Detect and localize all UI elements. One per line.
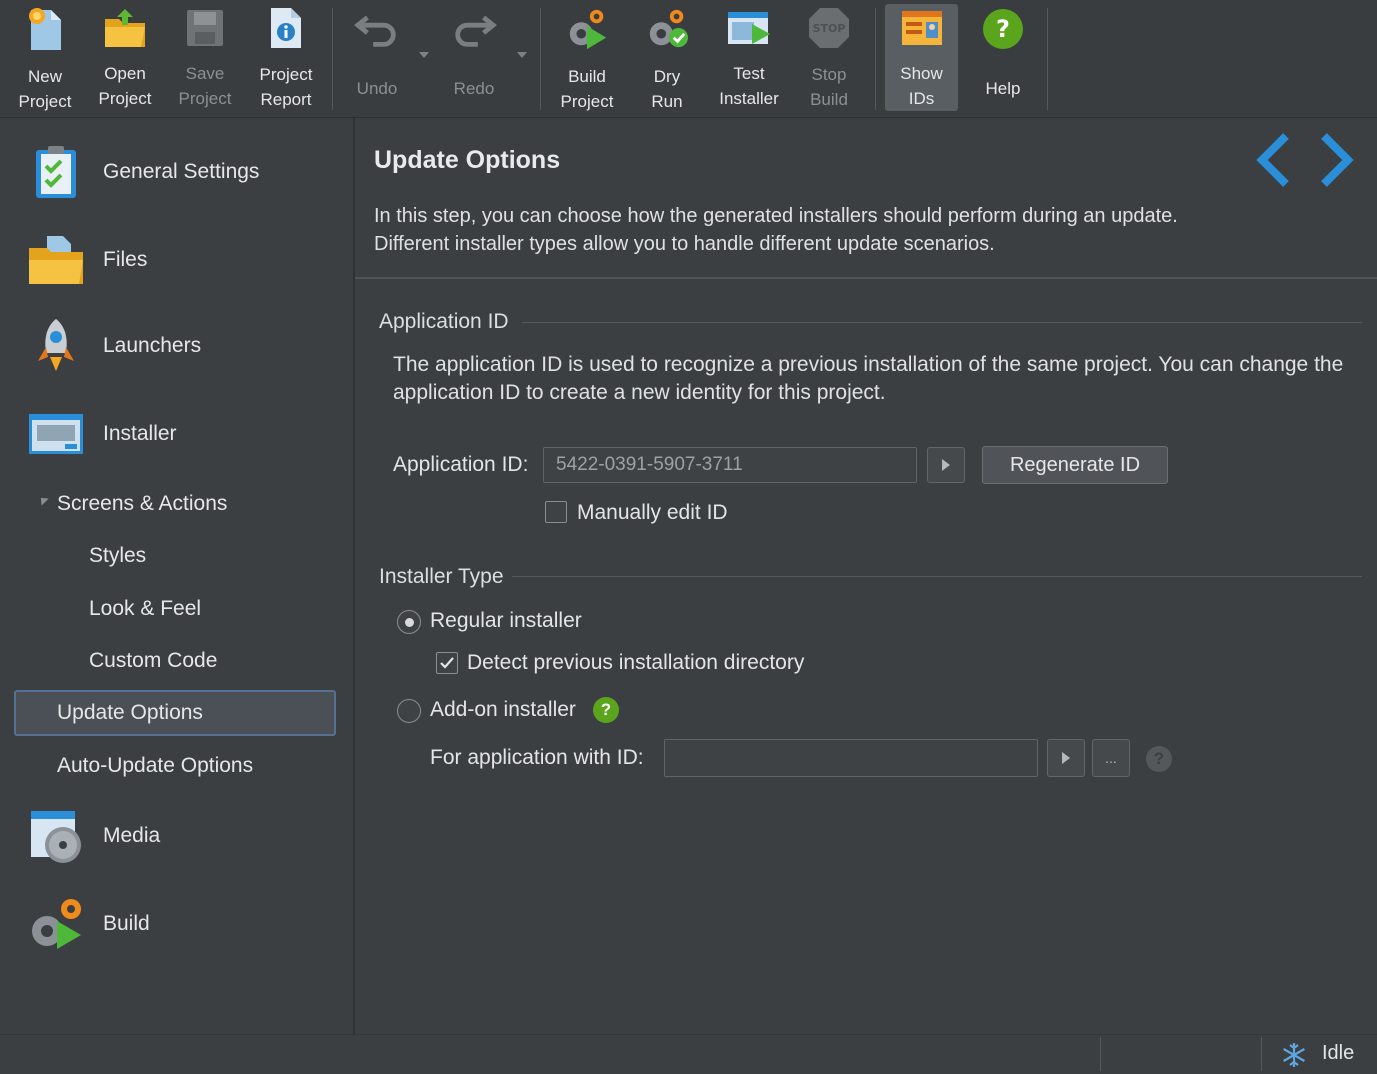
play-arrow-icon (1062, 752, 1070, 764)
snowflake-idle-icon (1280, 1041, 1308, 1074)
group-divider (512, 576, 1362, 577)
addon-installer-label: Add-on installer (430, 698, 576, 721)
manually-edit-id-label: Manually edit ID (577, 501, 728, 524)
show-ids-toggle[interactable]: Show IDs (885, 4, 958, 111)
svg-text:STOP: STOP (813, 22, 846, 35)
expand-triangle-icon (37, 494, 49, 506)
sidebar-item-styles[interactable]: Styles (14, 536, 336, 576)
sidebar-item-build[interactable]: Build (14, 892, 336, 956)
build-gears-icon (564, 6, 610, 52)
sidebar-item-installer[interactable]: Installer (14, 402, 336, 466)
test-installer-window-icon (726, 6, 772, 49)
toolbar-separator (875, 8, 876, 110)
toolbar-separator (332, 8, 333, 110)
status-text: Idle (1322, 1042, 1355, 1064)
group-divider (522, 322, 1362, 323)
application-id-arrow-button[interactable] (927, 447, 965, 483)
page-title: Update Options (374, 146, 561, 174)
toolbar-separator (1047, 8, 1048, 110)
for-application-id-field[interactable] (664, 739, 1038, 777)
save-project-button[interactable]: Save Project (168, 4, 242, 111)
sidebar-item-update-options[interactable]: Update Options (14, 690, 336, 736)
for-application-id-label: For application with ID: (430, 746, 644, 769)
report-document-icon (263, 6, 309, 50)
new-project-icon (22, 6, 68, 52)
undo-button[interactable]: Undo (340, 4, 414, 111)
toolbar: New Project Open Project Save Project Pr… (0, 0, 1377, 118)
open-folder-icon (102, 6, 148, 49)
help-button[interactable]: ? Help (966, 4, 1040, 111)
sidebar-item-look-feel[interactable]: Look & Feel (14, 589, 336, 629)
step-navigation (1250, 130, 1360, 190)
dry-run-gears-icon (644, 6, 690, 52)
rocket-icon (26, 316, 86, 376)
project-report-button[interactable]: Project Report (248, 4, 324, 111)
page-header: Update Options In this step, you can cho… (355, 118, 1377, 279)
help-question-icon: ? (980, 6, 1026, 52)
dry-run-button[interactable]: Dry Run (630, 4, 704, 111)
sidebar-item-launchers[interactable]: Launchers (14, 314, 336, 378)
play-arrow-icon (942, 459, 950, 471)
redo-arrow-icon (451, 6, 497, 52)
floppy-disk-icon (182, 6, 228, 49)
redo-dropdown-arrow[interactable] (517, 52, 527, 58)
build-project-button[interactable]: Build Project (550, 4, 624, 111)
page-description: In this step, you can choose how the gen… (374, 205, 1178, 255)
sidebar-item-general-settings[interactable]: General Settings (14, 140, 336, 204)
sidebar-item-auto-update-options[interactable]: Auto-Update Options (14, 746, 336, 786)
application-id-description: The application ID is used to recognize … (393, 353, 1344, 404)
installer-window-icon (26, 404, 86, 464)
undo-dropdown-arrow[interactable] (419, 52, 429, 58)
application-id-label: Application ID: (393, 453, 529, 476)
redo-button[interactable]: Redo (437, 4, 511, 111)
sidebar-item-custom-code[interactable]: Custom Code (14, 641, 336, 681)
next-step-arrow-icon[interactable] (1310, 130, 1360, 190)
svg-text:?: ? (996, 15, 1010, 43)
sidebar-item-media[interactable]: Media (14, 804, 336, 868)
for-application-id-arrow-button[interactable] (1047, 739, 1085, 777)
sidebar-item-screens-actions[interactable]: Screens & Actions (14, 484, 336, 524)
detect-previous-directory-label: Detect previous installation directory (467, 651, 805, 674)
stop-sign-icon: STOP (806, 6, 852, 50)
open-project-button[interactable]: Open Project (88, 4, 162, 111)
application-id-group-title: Application ID (379, 310, 509, 333)
status-separator (1261, 1037, 1262, 1071)
clipboard-check-icon (26, 142, 86, 202)
browse-ellipsis-button[interactable]: ... (1092, 739, 1130, 777)
manually-edit-id-checkbox[interactable] (545, 501, 567, 523)
checkmark-icon (440, 657, 454, 669)
build-gears-icon (26, 894, 86, 954)
application-id-field[interactable]: 5422-0391-5907-3711 (543, 447, 917, 483)
status-separator (1100, 1037, 1101, 1071)
main-panel: Update Options In this step, you can cho… (355, 118, 1377, 1034)
addon-installer-radio[interactable] (397, 699, 421, 723)
previous-step-arrow-icon[interactable] (1250, 130, 1300, 190)
regenerate-id-button[interactable]: Regenerate ID (982, 446, 1168, 484)
show-ids-icon (899, 6, 945, 49)
test-installer-button[interactable]: Test Installer (710, 4, 788, 111)
toolbar-separator (540, 8, 541, 110)
files-folder-icon (26, 230, 86, 290)
stop-build-button[interactable]: STOP Stop Build (792, 4, 866, 111)
radio-selected-dot (404, 617, 414, 627)
sidebar: General Settings Files Launchers Install… (0, 118, 355, 1034)
sidebar-item-files[interactable]: Files (14, 228, 336, 292)
addon-help-icon[interactable]: ? (593, 697, 619, 723)
installer-type-group-title: Installer Type (379, 565, 504, 588)
new-project-button[interactable]: New Project (8, 4, 82, 111)
for-application-help-icon[interactable]: ? (1146, 746, 1172, 772)
detect-previous-directory-checkbox[interactable] (436, 652, 458, 674)
regular-installer-label: Regular installer (430, 609, 582, 632)
status-bar: Idle (0, 1034, 1377, 1072)
undo-arrow-icon (354, 6, 400, 52)
regular-installer-radio[interactable] (397, 610, 421, 634)
media-disc-icon (26, 806, 86, 866)
